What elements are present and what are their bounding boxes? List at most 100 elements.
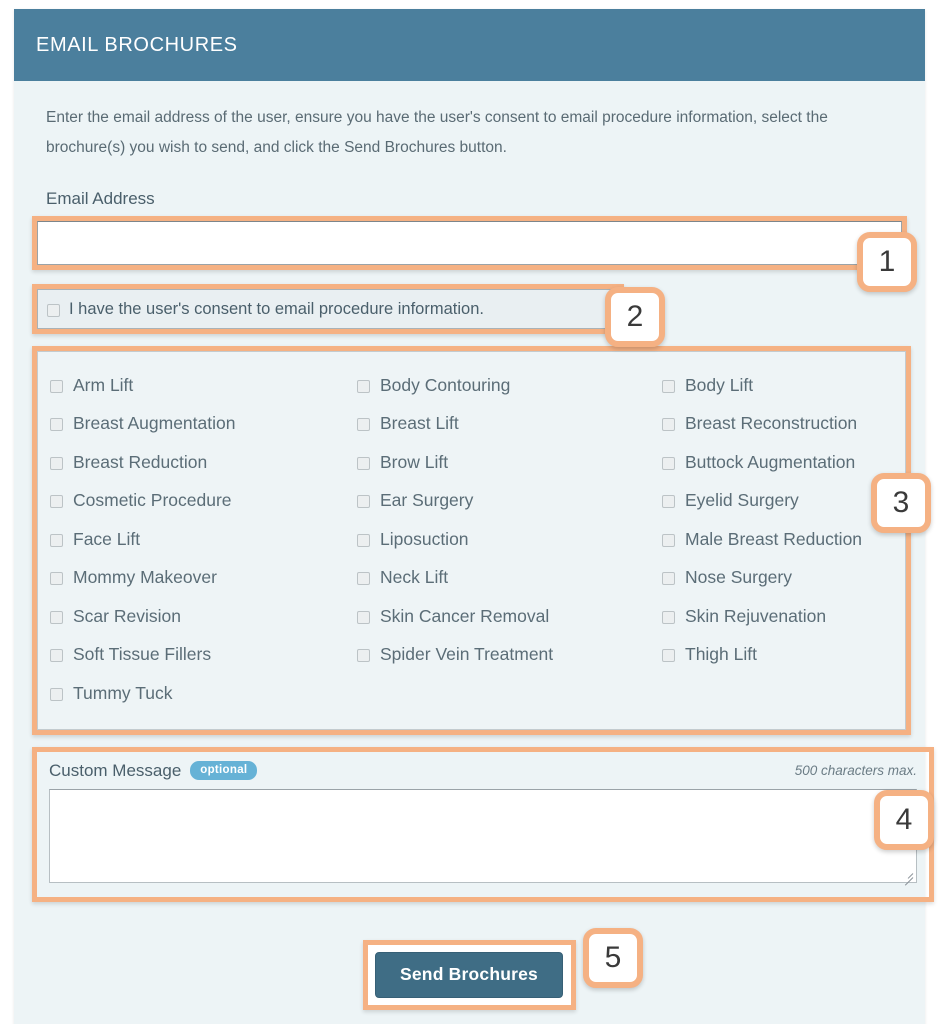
brochure-checkbox-grid: Arm Lift Body Contouring Body Lift Breast A… (50, 366, 893, 713)
brochure-item-label: Scar Revision (73, 605, 181, 626)
send-button-highlight: Send Brochures (363, 939, 576, 1010)
brochure-item[interactable]: Buttock Augmentation (662, 443, 893, 482)
email-address-label: Email Address (46, 189, 155, 208)
brochure-checkbox-icon[interactable] (50, 572, 63, 586)
brochure-item[interactable]: Brow Lift (357, 443, 662, 482)
brochure-item[interactable]: Neck Lift (357, 559, 662, 598)
callout-badge-5: 5 (583, 928, 643, 988)
screenshot-root: EMAIL BROCHURES Enter the email address … (0, 0, 943, 1024)
brochure-checkbox-icon[interactable] (50, 610, 63, 624)
brochure-item-label: Thigh Lift (685, 644, 757, 665)
brochure-list-panel: Arm Lift Body Contouring Body Lift Breast A… (37, 351, 906, 730)
custom-message-highlight: Custom Message optional 500 characters m… (32, 746, 934, 902)
brochure-item-label: Breast Reduction (73, 451, 208, 472)
brochure-item[interactable]: Spider Vein Treatment (357, 636, 662, 675)
brochure-checkbox-icon[interactable] (50, 456, 63, 470)
brochure-checkbox-icon[interactable] (357, 379, 370, 393)
brochure-item-label: Arm Lift (73, 374, 134, 395)
brochure-item-label: Body Lift (685, 374, 754, 395)
email-brochures-card: EMAIL BROCHURES Enter the email address … (14, 9, 934, 1024)
callout-badge-2: 2 (605, 287, 665, 347)
character-limit-note: 500 characters max. (794, 763, 917, 778)
brochure-item[interactable]: Nose Surgery (662, 559, 893, 598)
brochure-item-label: Body Contouring (380, 374, 511, 395)
email-input-highlight (32, 216, 907, 270)
consent-row[interactable]: I have the user's consent to email proce… (37, 289, 619, 329)
consent-highlight: I have the user's consent to email proce… (32, 284, 624, 334)
brochure-item[interactable]: Body Lift (662, 366, 893, 405)
brochure-checkbox-icon[interactable] (50, 533, 63, 547)
brochure-checkbox-icon[interactable] (357, 572, 370, 586)
brochure-item-label: Face Lift (73, 528, 141, 549)
brochure-item[interactable]: Arm Lift (50, 366, 357, 405)
brochure-checkbox-icon[interactable] (357, 649, 370, 663)
callout-badge-3: 3 (871, 473, 931, 533)
brochure-checkbox-icon[interactable] (662, 572, 675, 586)
brochure-checkbox-icon[interactable] (357, 533, 370, 547)
brochure-item[interactable]: Breast Reduction (50, 443, 357, 482)
brochure-checkbox-icon[interactable] (662, 533, 675, 547)
brochure-item[interactable]: Male Breast Reduction (662, 520, 893, 559)
page-title: EMAIL BROCHURES (36, 33, 238, 56)
brochure-item[interactable]: Scar Revision (50, 597, 357, 636)
brochure-checkbox-icon[interactable] (662, 649, 675, 663)
brochure-item[interactable]: Face Lift (50, 520, 357, 559)
brochure-item-label: Mommy Makeover (73, 567, 217, 588)
brochure-item-label: Breast Reconstruction (685, 413, 858, 434)
send-brochures-button[interactable]: Send Brochures (375, 951, 563, 998)
custom-message-panel: Custom Message optional 500 characters m… (37, 752, 929, 897)
brochure-item-label: Nose Surgery (685, 567, 792, 588)
brochure-item[interactable]: Eyelid Surgery (662, 482, 893, 521)
email-input[interactable] (37, 221, 902, 265)
brochure-item[interactable]: Skin Rejuvenation (662, 597, 893, 636)
brochure-checkbox-icon[interactable] (662, 610, 675, 624)
brochure-item-label: Breast Lift (380, 413, 459, 434)
brochure-item-label: Breast Augmentation (73, 413, 236, 434)
brochure-item-label: Neck Lift (380, 567, 449, 588)
brochure-checkbox-icon[interactable] (357, 456, 370, 470)
brochure-item[interactable]: Cosmetic Procedure (50, 482, 357, 521)
brochure-checkbox-icon[interactable] (357, 610, 370, 624)
brochure-item[interactable]: Breast Reconstruction (662, 405, 893, 444)
brochure-item[interactable]: Breast Lift (357, 405, 662, 444)
brochure-checkbox-icon[interactable] (662, 495, 675, 509)
brochure-checkbox-icon[interactable] (357, 495, 370, 509)
brochure-checkbox-icon[interactable] (50, 418, 63, 432)
brochure-item-label: Male Breast Reduction (685, 528, 863, 549)
brochure-item-label: Brow Lift (380, 451, 449, 472)
brochure-item[interactable]: Soft Tissue Fillers (50, 636, 357, 675)
brochure-item-label: Cosmetic Procedure (73, 490, 232, 511)
card-header: EMAIL BROCHURES (14, 9, 925, 81)
brochure-item-label: Liposuction (380, 528, 469, 549)
brochure-checkbox-icon[interactable] (662, 418, 675, 432)
custom-message-header: Custom Message optional 500 characters m… (49, 761, 917, 781)
brochure-checkbox-icon[interactable] (50, 687, 63, 701)
brochure-item[interactable]: Tummy Tuck (50, 674, 357, 713)
consent-checkbox-icon[interactable] (47, 303, 60, 317)
brochure-item-label: Skin Cancer Removal (380, 605, 550, 626)
brochure-item-label: Tummy Tuck (73, 682, 173, 703)
brochure-item[interactable]: Skin Cancer Removal (357, 597, 662, 636)
brochure-item-label: Skin Rejuvenation (685, 605, 827, 626)
submit-row: Send Brochures (32, 939, 907, 1010)
brochure-checkbox-icon[interactable] (357, 418, 370, 432)
brochure-checkbox-icon[interactable] (50, 649, 63, 663)
brochure-checkbox-icon[interactable] (50, 495, 63, 509)
brochure-checkbox-icon[interactable] (662, 456, 675, 470)
brochure-item[interactable]: Liposuction (357, 520, 662, 559)
custom-message-label: Custom Message (49, 760, 182, 780)
brochure-list-highlight: Arm Lift Body Contouring Body Lift Breast A… (32, 346, 911, 735)
brochure-item[interactable]: Body Contouring (357, 366, 662, 405)
brochure-checkbox-icon[interactable] (50, 379, 63, 393)
callout-badge-4: 4 (874, 790, 934, 850)
brochure-item[interactable]: Mommy Makeover (50, 559, 357, 598)
custom-message-textarea[interactable] (50, 789, 916, 882)
brochure-item[interactable]: Thigh Lift (662, 636, 893, 675)
brochure-item[interactable]: Breast Augmentation (50, 405, 357, 444)
brochure-item-label: Spider Vein Treatment (380, 644, 554, 665)
brochure-item-label: Eyelid Surgery (685, 490, 799, 511)
card-body: Enter the email address of the user, ens… (14, 81, 934, 1024)
brochure-checkbox-icon[interactable] (662, 379, 675, 393)
brochure-item[interactable]: Ear Surgery (357, 482, 662, 521)
brochure-item-label: Buttock Augmentation (685, 451, 856, 472)
